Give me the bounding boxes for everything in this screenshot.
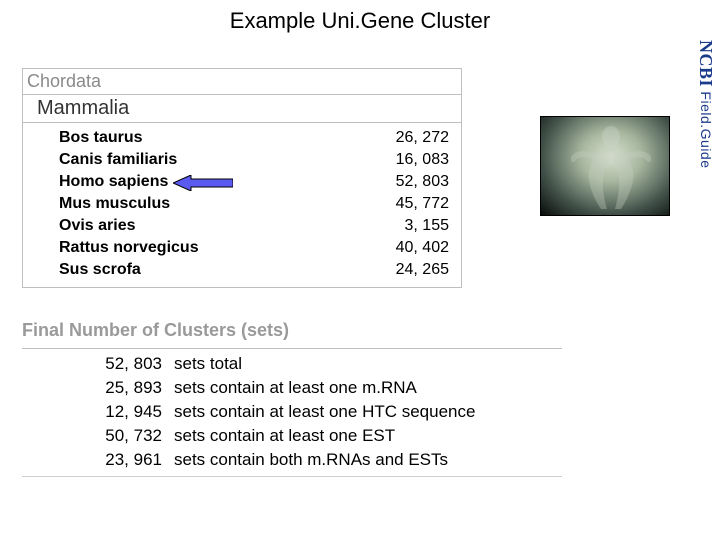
divider: [22, 348, 562, 349]
phylum-label: Chordata: [23, 69, 461, 95]
species-count: 45, 772: [359, 195, 461, 213]
table-row: 50, 732 sets contain at least one EST: [22, 424, 562, 448]
cluster-count: 52, 803: [22, 354, 174, 374]
field-guide-label: Field.Guide: [698, 87, 714, 168]
cluster-desc: sets contain at least one HTC sequence: [174, 402, 562, 422]
cluster-count: 23, 961: [22, 450, 174, 470]
cluster-count: 50, 732: [22, 426, 174, 446]
species-count: 52, 803: [359, 173, 461, 191]
species-count: 40, 402: [359, 239, 461, 257]
human-figure-icon: [571, 123, 651, 213]
cluster-count: 25, 893: [22, 378, 174, 398]
table-row: Mus musculus 45, 772: [23, 193, 461, 215]
highlight-arrow-icon: [173, 175, 233, 191]
cluster-desc: sets contain at least one EST: [174, 426, 562, 446]
species-name: Mus musculus: [23, 195, 359, 213]
species-name-text: Homo sapiens: [59, 173, 168, 190]
species-name: Ovis aries: [23, 217, 359, 235]
cluster-count: 12, 945: [22, 402, 174, 422]
table-row: 52, 803 sets total: [22, 352, 562, 376]
cluster-desc: sets contain both m.RNAs and ESTs: [174, 450, 562, 470]
table-row: Bos taurus 26, 272: [23, 127, 461, 149]
class-label: Mammalia: [23, 95, 461, 123]
species-name: Homo sapiens: [23, 173, 359, 191]
species-name: Canis familiaris: [23, 151, 359, 169]
page-title: Example Uni.Gene Cluster: [0, 8, 720, 34]
table-row: Sus scrofa 24, 265: [23, 259, 461, 281]
table-row: 25, 893 sets contain at least one m.RNA: [22, 376, 562, 400]
table-row: Canis familiaris 16, 083: [23, 149, 461, 171]
cluster-desc: sets contain at least one m.RNA: [174, 378, 562, 398]
table-row: Rattus norvegicus 40, 402: [23, 237, 461, 259]
ncbi-field-guide-label: NCBI Field.Guide: [695, 40, 716, 169]
ncbi-label: NCBI: [696, 40, 716, 87]
divider: [22, 476, 562, 477]
taxonomy-table: Chordata Mammalia Bos taurus 26, 272 Can…: [22, 68, 462, 288]
table-row: Homo sapiens 52, 803: [23, 171, 461, 193]
species-name: Bos taurus: [23, 129, 359, 147]
species-count: 3, 155: [359, 217, 461, 235]
species-list: Bos taurus 26, 272 Canis familiaris 16, …: [23, 123, 461, 287]
table-row: 12, 945 sets contain at least one HTC se…: [22, 400, 562, 424]
final-clusters-heading: Final Number of Clusters (sets): [22, 320, 289, 341]
table-row: Ovis aries 3, 155: [23, 215, 461, 237]
anatomy-figure-thumbnail: [540, 116, 670, 216]
species-count: 16, 083: [359, 151, 461, 169]
cluster-desc: sets total: [174, 354, 562, 374]
species-count: 26, 272: [359, 129, 461, 147]
species-count: 24, 265: [359, 261, 461, 279]
table-row: 23, 961 sets contain both m.RNAs and EST…: [22, 448, 562, 472]
final-clusters-list: 52, 803 sets total 25, 893 sets contain …: [22, 352, 562, 472]
species-name: Sus scrofa: [23, 261, 359, 279]
species-name: Rattus norvegicus: [23, 239, 359, 257]
